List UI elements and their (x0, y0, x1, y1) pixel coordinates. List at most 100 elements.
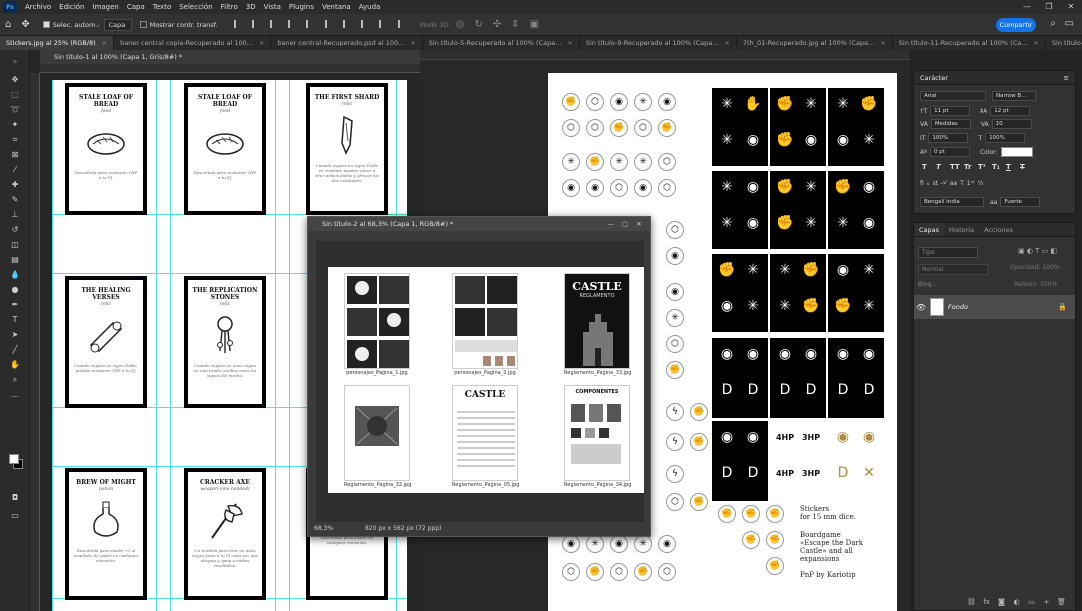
menu-vista[interactable]: Vista (260, 3, 285, 11)
menu-capa[interactable]: Capa (123, 3, 149, 11)
leading-field[interactable]: 12 pt (990, 106, 1031, 116)
delete-layer-icon[interactable]: 🗑 (1054, 598, 1069, 606)
gradient-tool-icon[interactable]: ▤ (0, 252, 30, 267)
close-tab-icon[interactable]: × (102, 36, 107, 50)
fill-field[interactable]: Relleno: 100% (1014, 281, 1057, 288)
minimize-icon[interactable]: — (1016, 0, 1038, 14)
close-tab-icon[interactable]: × (567, 36, 572, 50)
align-right-icon[interactable] (270, 19, 278, 28)
maximize-icon[interactable]: ▢ (618, 217, 632, 231)
tab-sin-titulo-9[interactable]: Sin título-9-Recuperado al 100% (Capa...… (579, 36, 737, 50)
lasso-tool-icon[interactable]: ➰ (0, 102, 30, 117)
menu-ventana[interactable]: Ventana (318, 3, 355, 11)
ordinal-icon[interactable]: 1ˢᵗ (967, 180, 975, 187)
strikethrough-button[interactable]: T (1020, 163, 1034, 171)
clone-stamp-icon[interactable]: ⊥ (0, 207, 30, 222)
adjustment-layer-icon[interactable]: ◐ (1009, 598, 1024, 606)
alternates-icon[interactable]: aa (950, 180, 957, 187)
close-icon[interactable]: ✕ (1060, 0, 1082, 14)
distribute-4-icon[interactable] (397, 19, 406, 28)
eyedropper-icon[interactable]: ⁄ (0, 162, 30, 177)
tab-stickers[interactable]: Stickers.jpg al 25% (RGB/8) × (0, 36, 115, 50)
card-healing-verses[interactable]: THE HEALING VERSES relic Cuando sugues u… (65, 276, 147, 408)
close-tab-icon[interactable]: × (1033, 36, 1038, 50)
tracking-field[interactable]: 10 (991, 119, 1032, 129)
zoom-tool-icon[interactable]: ⌕ (0, 372, 30, 387)
auto-select-checkbox[interactable] (42, 21, 50, 28)
close-tab-icon[interactable]: × (410, 36, 415, 50)
foreground-color-swatch[interactable] (9, 454, 19, 464)
tab-sin-titulo-11[interactable]: Sin título-11-Recuperado al 100% (Ca... × (892, 36, 1046, 50)
swash-icon[interactable]: 𝒜 (941, 179, 947, 187)
distribute-3-icon[interactable] (379, 19, 387, 28)
new-layer-icon[interactable]: + (1039, 598, 1054, 606)
kerning-field[interactable]: Medidas (930, 119, 971, 129)
language-dropdown[interactable]: Bengalí India (920, 197, 984, 207)
path-select-icon[interactable]: ➤ (0, 327, 30, 342)
tab-baner-copia[interactable]: baner central copia-Recuperado al 100...… (114, 36, 272, 50)
share-button[interactable]: Compartir (996, 18, 1036, 32)
layer-filter-icons[interactable]: ▣ ◐ T ▭ ◧ (1018, 247, 1057, 255)
tab-historia[interactable]: Historia (944, 223, 979, 236)
close-tab-icon[interactable]: × (724, 36, 729, 50)
document-title[interactable]: Sin título-1 al 100% (Capa 1, Gris/8#) * (40, 50, 420, 64)
move-tool-icon[interactable]: ✥ (21, 19, 29, 30)
layer-row-fondo[interactable]: 👁 Fondo 🔒 (914, 295, 1075, 319)
faux-bold-button[interactable]: T (922, 163, 936, 171)
search-icon[interactable]: ⌕ (1050, 18, 1056, 29)
font-size-field[interactable]: 11 pt (930, 106, 971, 116)
titling-icon[interactable]: T (960, 180, 964, 187)
horizontal-scale-field[interactable]: 100% (985, 133, 1026, 143)
brush-tool-icon[interactable]: ✎ (0, 192, 30, 207)
frame-tool-icon[interactable]: ⊠ (0, 147, 30, 162)
tab-sin-titulo-5[interactable]: Sin título-5-Recuperado al 100% (Capa...… (422, 36, 580, 50)
discretionary-icon[interactable]: st (933, 180, 938, 187)
close-icon[interactable]: ✕ (632, 217, 646, 231)
tab-baner-central[interactable]: baner central-Recuperado.psd al 100... × (271, 36, 423, 50)
line-tool-icon[interactable]: ╱ (0, 342, 30, 357)
baseline-field[interactable]: 0 pt (929, 147, 970, 157)
card-replication-stones[interactable]: THE REPLICATION STONES relic Cuando sugu… (184, 276, 266, 408)
add-mask-icon[interactable]: ◙ (994, 598, 1009, 606)
vertical-scale-field[interactable]: 100% (928, 133, 969, 143)
menu-texto[interactable]: Texto (149, 3, 175, 11)
align-top-icon[interactable] (288, 19, 296, 28)
tab-sin-titulo-10[interactable]: Sin título-10-Recuperado al 66,7% (Ca...… (1045, 36, 1082, 50)
tab-7th-01[interactable]: 7th_01-Recuperado.jpg al 100% (Capa... × (736, 36, 893, 50)
all-caps-button[interactable]: TT (950, 163, 964, 171)
antialias-dropdown[interactable]: Fuerte (1000, 197, 1041, 207)
link-layers-icon[interactable]: ⛓ (964, 598, 979, 606)
pan-3d-icon[interactable]: ✣ (493, 19, 501, 30)
card-stale-bread-1[interactable]: STALE LOAF OF BREAD food Descártala para… (65, 83, 147, 215)
maximize-icon[interactable]: ❐ (1038, 0, 1060, 14)
contextual-icon[interactable]: ℴ (927, 180, 930, 187)
superscript-button[interactable]: T¹ (978, 163, 992, 171)
card-brew-of-might[interactable]: BREW OF MIGHT potion Descártala para aña… (65, 468, 147, 600)
orbit-3d-icon[interactable]: ◎ (456, 19, 465, 30)
tab-acciones[interactable]: Acciones (979, 223, 1018, 236)
hand-tool-icon[interactable]: ✋ (0, 357, 30, 372)
menu-ayuda[interactable]: Ayuda (355, 3, 385, 11)
layer-filter-search[interactable]: Tipo (918, 247, 978, 258)
minimize-icon[interactable]: — (604, 217, 618, 231)
visibility-eye-icon[interactable]: 👁 (914, 303, 928, 312)
marquee-tool-icon[interactable]: ⬚ (0, 87, 30, 102)
floating-document-window[interactable]: Sin título-2 al 68,3% (Capa 1, RGB/8#) *… (307, 216, 651, 537)
move-tool-icon[interactable]: ✥ (0, 72, 30, 87)
magic-wand-icon[interactable]: ✦ (0, 117, 30, 132)
underline-button[interactable]: T (1006, 163, 1020, 171)
menu-archivo[interactable]: Archivo (21, 3, 55, 11)
distribute-2-icon[interactable] (361, 19, 369, 28)
roll-3d-icon[interactable]: ↻ (474, 19, 482, 30)
card-cracker-axe[interactable]: CRACKER AXE weapon (one-handed) Un tirad… (184, 468, 266, 600)
more-tools-icon[interactable]: … (0, 387, 30, 402)
healing-brush-icon[interactable]: ✚ (0, 177, 30, 192)
align-left-icon[interactable] (233, 19, 242, 28)
pen-tool-icon[interactable]: ✒ (0, 297, 30, 312)
blur-tool-icon[interactable]: 💧 (0, 267, 30, 282)
align-center-icon[interactable] (251, 19, 260, 28)
faux-italic-button[interactable]: T (936, 163, 950, 171)
auto-select-dropdown[interactable]: Capa (103, 18, 132, 31)
menu-seleccion[interactable]: Selección (175, 3, 216, 11)
screen-mode-icon[interactable]: ▭ (0, 508, 30, 523)
